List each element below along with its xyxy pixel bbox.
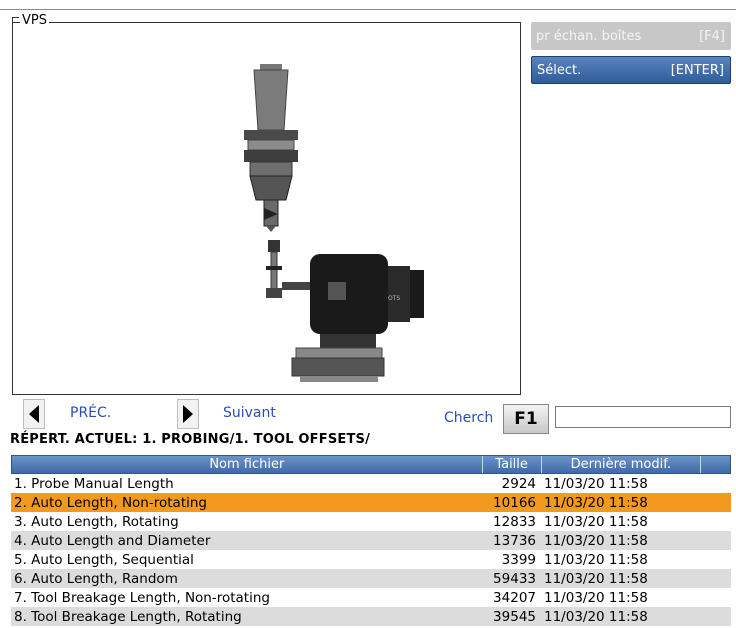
column-header-spacer [701, 456, 730, 473]
collet-nut-body [249, 161, 293, 177]
file-name: 4. Auto Length and Diameter [14, 532, 211, 549]
file-size: 34207 [493, 589, 536, 606]
stylus-mount [282, 282, 312, 290]
stylus-disc [268, 240, 280, 252]
vps-frame-corner [12, 17, 19, 24]
file-modified: 11/03/20 11:58 [544, 475, 648, 492]
table-row[interactable]: 3. Auto Length, Rotating 12833 11/03/20 … [11, 512, 731, 531]
select-key: [ENTER] [670, 62, 724, 78]
probe-neck [320, 334, 376, 348]
file-modified: 11/03/20 11:58 [544, 494, 648, 511]
table-row[interactable]: 4. Auto Length and Diameter 13736 11/03/… [11, 531, 731, 550]
search-input[interactable] [555, 406, 731, 428]
top-divider [0, 9, 736, 10]
file-name: 5. Auto Length, Sequential [14, 551, 194, 568]
arrow-right-icon [183, 405, 193, 423]
table-row[interactable]: 5. Auto Length, Sequential 3399 11/03/20… [11, 550, 731, 569]
end-mill-tip [266, 226, 276, 232]
tool-flange-top [244, 130, 298, 140]
search-label: Cherch [444, 410, 494, 426]
tool-flange [247, 139, 295, 151]
next-link[interactable]: Suivant [223, 405, 276, 421]
file-name: 6. Auto Length, Random [14, 570, 178, 587]
probe-body [310, 254, 388, 334]
select-label: Sélect. [537, 62, 582, 78]
table-row[interactable]: 1. Probe Manual Length 2924 11/03/20 11:… [11, 474, 731, 493]
sample-boxes-label: pr échan. boîtes [536, 28, 642, 44]
probe-base [291, 357, 385, 377]
prev-arrow-button[interactable] [23, 399, 45, 429]
file-size: 10166 [493, 494, 536, 511]
tool-taper [253, 69, 289, 131]
tool-probe-illustration: OTS [244, 64, 424, 382]
select-button[interactable]: Sélect. [ENTER] [531, 56, 731, 84]
tool-flange-bottom [244, 150, 298, 162]
probe-brand-text: OTS [388, 295, 400, 302]
table-row[interactable]: 8. Tool Breakage Length, Rotating 39545 … [11, 607, 731, 626]
file-name: 3. Auto Length, Rotating [14, 513, 179, 530]
arrow-left-icon [29, 405, 39, 423]
file-modified: 11/03/20 11:58 [544, 551, 648, 568]
prev-link[interactable]: PRÉC. [70, 405, 111, 421]
file-size: 13736 [493, 532, 536, 549]
table-row[interactable]: 6. Auto Length, Random 59433 11/03/20 11… [11, 569, 731, 588]
probe-cap-ring [388, 266, 410, 322]
probe-cap [410, 270, 424, 318]
next-arrow-button[interactable] [177, 399, 199, 429]
vps-title: VPS [20, 13, 49, 28]
file-name: 7. Tool Breakage Length, Non-rotating [14, 589, 270, 606]
column-header-modified[interactable]: Dernière modif. [542, 456, 702, 473]
probe-base-bottom [300, 376, 378, 382]
file-modified: 11/03/20 11:58 [544, 570, 648, 587]
sample-boxes-button[interactable]: pr échan. boîtes [F4] [531, 22, 731, 50]
file-name: 2. Auto Length, Non-rotating [14, 494, 207, 511]
stylus-base [266, 288, 282, 298]
table-header: Nom fichier Taille Dernière modif. [11, 455, 731, 474]
file-size: 59433 [493, 570, 536, 587]
file-size: 2924 [501, 475, 536, 492]
file-modified: 11/03/20 11:58 [544, 608, 648, 625]
table-row-selected[interactable]: 2. Auto Length, Non-rotating 10166 11/03… [11, 493, 731, 512]
probe-plate [295, 347, 383, 359]
file-size: 39545 [493, 608, 536, 625]
stylus-knob [266, 266, 282, 270]
file-name: 8. Tool Breakage Length, Rotating [14, 608, 242, 625]
current-directory: RÉPERT. ACTUEL: 1. PROBING/1. TOOL OFFSE… [10, 432, 371, 447]
file-modified: 11/03/20 11:58 [544, 532, 648, 549]
file-modified: 11/03/20 11:58 [544, 589, 648, 606]
file-name: 1. Probe Manual Length [14, 475, 174, 492]
pull-stud [260, 64, 282, 70]
column-header-name[interactable]: Nom fichier [12, 456, 483, 473]
file-table: Nom fichier Taille Dernière modif. 1. Pr… [11, 455, 731, 626]
haas-logo [328, 282, 346, 300]
file-modified: 11/03/20 11:58 [544, 513, 648, 530]
sample-boxes-key: [F4] [699, 28, 725, 44]
file-size: 12833 [493, 513, 536, 530]
column-header-size[interactable]: Taille [483, 456, 542, 473]
search-f1-key[interactable]: F1 [503, 404, 549, 434]
collet-nut [249, 175, 293, 201]
table-row[interactable]: 7. Tool Breakage Length, Non-rotating 34… [11, 588, 731, 607]
file-size: 3399 [501, 551, 536, 568]
stylus-arm [270, 251, 278, 291]
